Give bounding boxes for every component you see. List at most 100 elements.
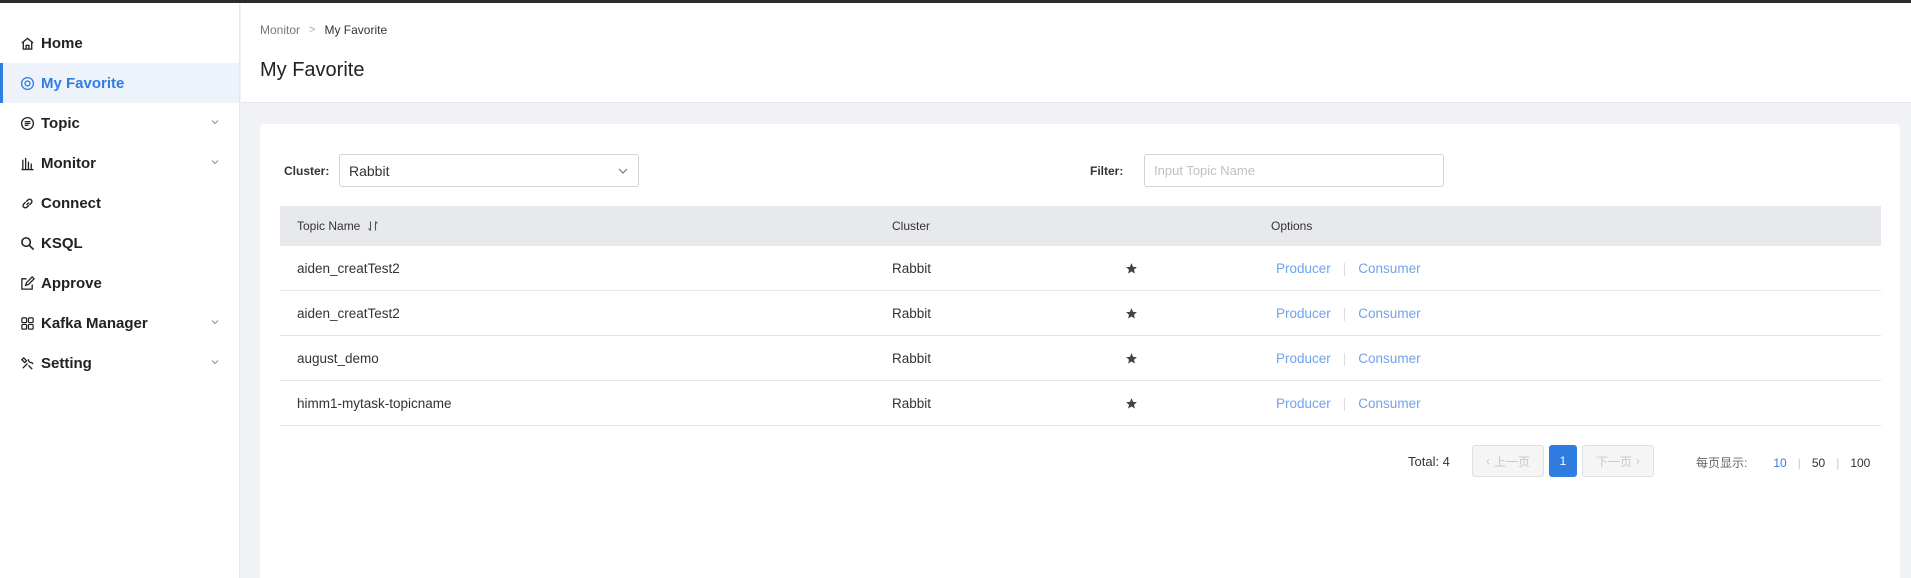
column-header-options: Options — [1271, 219, 1313, 233]
producer-link[interactable]: Producer — [1276, 396, 1331, 411]
producer-link[interactable]: Producer — [1276, 306, 1331, 321]
favorite-cell — [1122, 352, 1271, 365]
divider: | — [1342, 395, 1347, 411]
favorite-cell — [1122, 307, 1271, 320]
next-page-button[interactable]: 下一页 › — [1582, 445, 1654, 477]
sort-icon[interactable] — [367, 220, 379, 232]
sidebar-item-label: KSQL — [41, 234, 83, 252]
chevron-down-icon — [211, 160, 219, 165]
sidebar-menu: Home My Favorite Topic Monitor Connect K… — [0, 23, 239, 383]
cluster-cell: Rabbit — [892, 305, 932, 321]
chevron-down-icon — [211, 120, 219, 125]
options-cell: Producer | Consumer — [1271, 396, 1881, 411]
sidebar-item-monitor[interactable]: Monitor — [0, 143, 239, 183]
topic-name-cell: himm1-mytask-topicname — [297, 395, 452, 411]
sidebar-item-topic[interactable]: Topic — [0, 103, 239, 143]
sidebar-item-home[interactable]: Home — [0, 23, 239, 63]
producer-link[interactable]: Producer — [1276, 261, 1331, 276]
column-header-topic[interactable]: Topic Name — [280, 219, 892, 233]
table-row: himm1-mytask-topicname Rabbit Producer |… — [280, 381, 1881, 426]
consumer-link[interactable]: Consumer — [1358, 351, 1420, 366]
sidebar-item-setting[interactable]: Setting — [0, 343, 239, 383]
favorite-icon — [20, 76, 35, 91]
table-row: aiden_creatTest2 Rabbit Producer | Consu… — [280, 246, 1881, 291]
sidebar-item-label: Approve — [41, 274, 102, 292]
sidebar-item-label: Home — [41, 34, 83, 52]
sidebar-item-kafka-manager[interactable]: Kafka Manager — [0, 303, 239, 343]
chevron-down-icon — [211, 320, 219, 325]
sidebar-item-label: Kafka Manager — [41, 314, 148, 332]
home-icon — [20, 36, 35, 51]
chevron-right-icon: > — [309, 24, 316, 36]
chevron-right-icon: › — [1636, 454, 1640, 468]
divider: | — [1342, 350, 1347, 366]
options-cell: Producer | Consumer — [1271, 351, 1881, 366]
options-cell: Producer | Consumer — [1271, 261, 1881, 276]
breadcrumb-item-current: My Favorite — [324, 23, 388, 37]
sidebar-item-label: Setting — [41, 354, 92, 372]
page-header: Monitor > My Favorite My Favorite — [241, 3, 1911, 103]
topic-filter-input[interactable] — [1144, 154, 1444, 187]
consumer-link[interactable]: Consumer — [1358, 396, 1420, 411]
cluster-label: Cluster: — [284, 164, 330, 178]
search-icon — [20, 236, 35, 251]
topic-name-cell: aiden_creatTest2 — [297, 305, 400, 321]
favorite-cell — [1122, 397, 1271, 410]
divider: | — [1342, 260, 1347, 276]
divider: | — [1342, 305, 1347, 321]
favorites-table: Topic Name Cluster Options aiden_creatTe… — [280, 206, 1881, 426]
chevron-down-icon — [211, 360, 219, 365]
prev-page-button[interactable]: ‹ 上一页 — [1472, 445, 1544, 477]
column-header-cluster: Cluster — [892, 219, 931, 233]
star-icon[interactable] — [1125, 352, 1138, 365]
total-count: Total: 4 — [1408, 454, 1450, 469]
page-title: My Favorite — [260, 59, 365, 81]
sidebar-item-label: Topic — [41, 114, 80, 132]
next-page-label: 下一页 — [1595, 454, 1632, 469]
cluster-cell: Rabbit — [892, 260, 932, 276]
topic-name-cell: aiden_creatTest2 — [297, 260, 400, 276]
star-icon[interactable] — [1125, 307, 1138, 320]
sidebar-item-label: Connect — [41, 194, 101, 212]
star-icon[interactable] — [1125, 397, 1138, 410]
edit-icon — [20, 275, 35, 291]
bar-chart-icon — [20, 156, 35, 171]
topic-icon — [20, 116, 35, 131]
content-card: Cluster: Rabbit Filter: Topic Name Clust… — [260, 124, 1900, 578]
consumer-link[interactable]: Consumer — [1358, 306, 1420, 321]
breadcrumb: Monitor > My Favorite — [260, 23, 387, 37]
chevron-left-icon: ‹ — [1485, 454, 1490, 468]
filter-row: Cluster: Rabbit Filter: — [284, 154, 1864, 188]
page-size-option[interactable]: 50 — [1812, 456, 1825, 470]
grid-icon — [20, 316, 35, 331]
page-size-label: 每页显示: — [1696, 456, 1748, 470]
cluster-select-value: Rabbit — [349, 163, 390, 179]
column-header-label: Topic Name — [297, 219, 361, 233]
topic-name-cell: august_demo — [297, 350, 379, 366]
table-row: aiden_creatTest2 Rabbit Producer | Consu… — [280, 291, 1881, 336]
table-row: august_demo Rabbit Producer | Consumer — [280, 336, 1881, 381]
sidebar: Home My Favorite Topic Monitor Connect K… — [0, 3, 240, 578]
page-size-selector: 每页显示: 10 | 50 | 100 — [1696, 454, 1870, 471]
table-header: Topic Name Cluster Options — [280, 206, 1881, 246]
cluster-select[interactable]: Rabbit — [339, 154, 639, 187]
breadcrumb-item-monitor[interactable]: Monitor — [260, 23, 300, 37]
options-cell: Producer | Consumer — [1271, 306, 1881, 321]
consumer-link[interactable]: Consumer — [1358, 261, 1420, 276]
sidebar-item-approve[interactable]: Approve — [0, 263, 239, 303]
star-icon[interactable] — [1125, 262, 1138, 275]
pagination: Total: 4 ‹ 上一页 1 下一页 › 每页显示: 10 | 50 | 1… — [260, 445, 1900, 477]
page-size-option[interactable]: 10 — [1773, 456, 1786, 470]
sidebar-item-ksql[interactable]: KSQL — [0, 223, 239, 263]
page-size-option[interactable]: 100 — [1850, 456, 1870, 470]
sidebar-item-my-favorite[interactable]: My Favorite — [0, 63, 239, 103]
sidebar-item-connect[interactable]: Connect — [0, 183, 239, 223]
sidebar-item-label: My Favorite — [41, 74, 125, 92]
tools-icon — [20, 356, 35, 371]
producer-link[interactable]: Producer — [1276, 351, 1331, 366]
cluster-cell: Rabbit — [892, 350, 932, 366]
prev-page-label: 上一页 — [1493, 454, 1530, 469]
chevron-down-icon — [618, 168, 628, 174]
page-number-button[interactable]: 1 — [1549, 445, 1577, 477]
link-icon — [20, 196, 35, 211]
